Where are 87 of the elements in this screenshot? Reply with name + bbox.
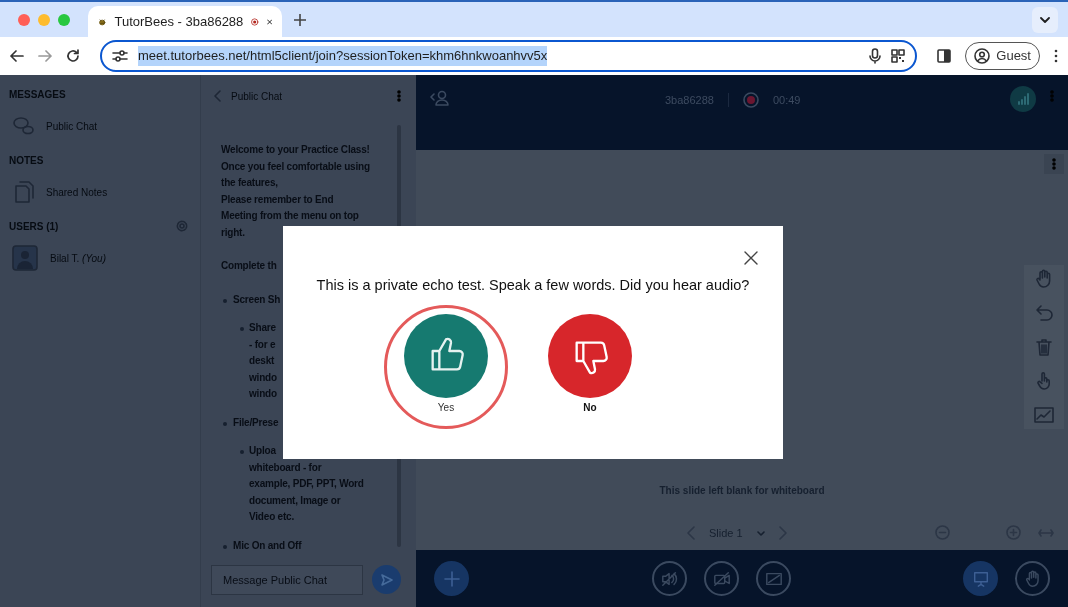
- close-button[interactable]: [743, 250, 759, 266]
- chat-text-line: Screen Sh: [233, 292, 282, 307]
- section-heading: USERS (1): [9, 219, 59, 234]
- answer-button[interactable]: Yes: [384, 304, 508, 429]
- presentation-screen-icon: [971, 569, 990, 588]
- message-input-field[interactable]: Message Public Chat: [211, 564, 363, 595]
- chat-text-line: Welcome to your Practice Class!: [221, 143, 371, 157]
- camera-button[interactable]: [704, 561, 739, 596]
- back-arrow-icon[interactable]: [10, 49, 24, 63]
- dialog-message: This is a private echo test. Speak a few words. Did you hear audio?: [316, 276, 750, 295]
- kebab-menu-icon[interactable]: [1050, 90, 1054, 102]
- chat-text-line: - for e: [249, 337, 277, 352]
- chat-text-line: Complete th: [221, 259, 278, 273]
- url-text: meet.tutorbees.net/html5client/join?sessionToken=khm6hnkwoanhvv5x: [137, 46, 548, 66]
- answer-button[interactable]: No: [528, 304, 652, 429]
- menu-icon[interactable]: [1054, 49, 1058, 63]
- chat-text-line: whiteboard - for: [249, 460, 323, 475]
- kebab-menu-icon: [1052, 158, 1056, 170]
- chat-text-line: windo: [249, 370, 278, 385]
- chat-text-line: deskt: [249, 354, 276, 368]
- kebab-menu-icon[interactable]: [397, 90, 401, 102]
- hand-icon: [1023, 569, 1042, 588]
- plus-icon: [443, 570, 460, 587]
- bullet-icon: [223, 298, 227, 303]
- side-panel-icon[interactable]: [937, 49, 952, 63]
- section-heading: MESSAGES: [9, 87, 66, 102]
- actions-button[interactable]: [434, 561, 469, 596]
- screen-share-button[interactable]: [756, 561, 791, 596]
- send-arrow-icon: [380, 573, 393, 586]
- presentation-button[interactable]: [963, 561, 998, 596]
- documents-icon: [12, 181, 34, 203]
- chat-text-line: Once you feel comfortable using: [221, 159, 371, 174]
- chat-text-line: Video etc.: [249, 510, 296, 524]
- section-heading: NOTES: [9, 153, 44, 168]
- options-button[interactable]: [1044, 154, 1064, 174]
- chat-text-line: Share: [249, 321, 277, 335]
- undo-icon[interactable]: [1034, 303, 1054, 323]
- window-control-icon[interactable]: [38, 13, 50, 26]
- chat-text-line: the features,: [221, 176, 279, 190]
- chat-text-line: Uploa: [249, 444, 277, 458]
- window-control-icon[interactable]: [58, 13, 70, 26]
- chat-bubbles-icon: [12, 115, 34, 137]
- site-settings-icon[interactable]: [111, 49, 128, 63]
- user-list-icon[interactable]: [430, 90, 450, 106]
- chat-text-line: Meeting from the menu on top: [221, 209, 360, 223]
- address-bar[interactable]: meet.tutorbees.net/html5client/join?sessionToken=khm6hnkwoanhvv5x: [99, 40, 918, 72]
- tab-search-button[interactable]: [1032, 6, 1058, 33]
- chat-title: Public Chat: [231, 89, 284, 104]
- tab-title: TutorBees - 3ba86288: [114, 12, 244, 31]
- connection-status-button[interactable]: [1010, 86, 1036, 112]
- speaker-muted-icon: [660, 569, 679, 588]
- camera-off-icon: [712, 569, 731, 588]
- sidebar-item-label: Public Chat: [46, 119, 98, 134]
- recording-icon[interactable]: [742, 92, 759, 109]
- reload-icon[interactable]: [65, 49, 80, 63]
- signal-bars-icon: [1017, 93, 1029, 105]
- send-button[interactable]: [372, 565, 401, 594]
- new-tab-icon[interactable]: [294, 13, 306, 26]
- raise-hand-button[interactable]: [1015, 561, 1050, 596]
- microphone-icon[interactable]: [869, 48, 882, 64]
- bullet-icon: [240, 450, 244, 454]
- chat-text-line: File/Prese: [233, 415, 280, 430]
- chevron-down-icon: [1040, 16, 1050, 23]
- chevron-down-icon: [756, 530, 765, 536]
- sidebar-item-label: Shared Notes: [46, 185, 108, 200]
- sidebar-item-label: Bilal T. (You): [50, 251, 106, 266]
- chat-text-line: right.: [221, 225, 246, 240]
- bullet-icon: [223, 544, 227, 549]
- window-control-icon[interactable]: [18, 13, 30, 26]
- close-icon[interactable]: [266, 16, 272, 27]
- qr-code-icon[interactable]: [891, 49, 906, 63]
- bullet-icon: [240, 327, 244, 331]
- chat-text-line: document, Image or: [249, 493, 342, 508]
- chat-text-line: Mic On and Off: [233, 538, 303, 552]
- back-chevron-icon[interactable]: [213, 90, 221, 102]
- browser-tab[interactable]: TutorBees - 3ba86288: [88, 6, 282, 37]
- bullet-icon: [223, 421, 227, 426]
- person-circle-icon: [974, 48, 991, 64]
- settings-icon[interactable]: [176, 220, 188, 232]
- forward-arrow-icon[interactable]: [38, 49, 52, 63]
- user-avatar-icon: [12, 245, 38, 271]
- trash-icon[interactable]: [1034, 337, 1054, 357]
- close-icon: [744, 251, 758, 265]
- chat-text-line: example, PDF, PPT, Word: [249, 477, 365, 491]
- unmute-button[interactable]: [652, 561, 687, 596]
- chat-text-line: Please remember to End: [221, 192, 335, 207]
- chat-text-line: windo: [249, 387, 278, 401]
